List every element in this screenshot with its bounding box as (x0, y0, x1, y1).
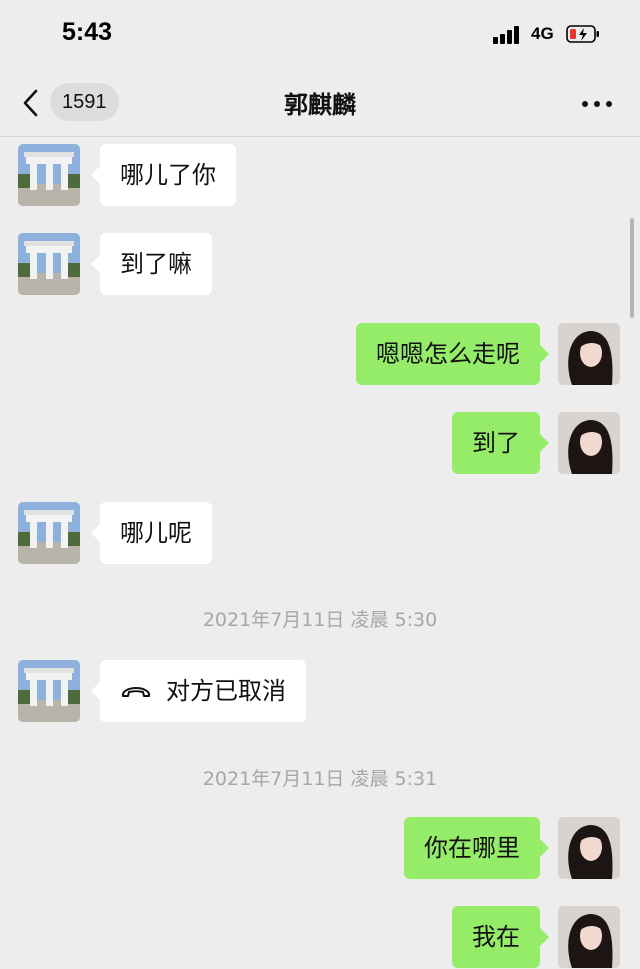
message-timestamp: 2021年7月11日 凌晨 5:31 (202, 768, 438, 790)
message-text: 嗯嗯怎么走呢 (376, 340, 520, 368)
call-record-bubble[interactable]: 对方已取消 (91, 660, 306, 722)
message-bubble-incoming[interactable]: 哪儿呢 (91, 502, 212, 564)
message-bubble-incoming[interactable]: 到了嘛 (91, 233, 212, 295)
message-text: 你在哪里 (424, 834, 520, 862)
message-text: 我在 (472, 923, 520, 951)
message-bubble-outgoing[interactable]: 嗯嗯怎么走呢 (356, 323, 549, 385)
chat-title: 郭麒麟 (284, 91, 356, 119)
my-avatar[interactable] (558, 412, 620, 474)
message-text: 哪儿呢 (120, 519, 192, 547)
message-text: 到了嘛 (120, 250, 192, 278)
status-time: 5:43 (62, 18, 113, 46)
contact-avatar[interactable] (18, 660, 80, 722)
chat-header: 1591 郭麒麟 (0, 70, 640, 137)
message-bubble-outgoing[interactable]: 我在 (452, 906, 549, 968)
message-bubble-outgoing[interactable]: 到了 (452, 412, 549, 474)
message-bubble-incoming[interactable]: 哪儿了你 (91, 144, 236, 206)
my-avatar[interactable] (558, 817, 620, 879)
more-options-button[interactable] (580, 98, 614, 110)
network-type: 4G (531, 24, 554, 43)
message-bubble-outgoing[interactable]: 你在哪里 (404, 817, 549, 879)
message-text: 到了 (472, 429, 520, 457)
scrollbar[interactable] (630, 218, 634, 318)
contact-avatar[interactable] (18, 144, 80, 206)
battery-charging-icon (566, 25, 599, 43)
phone-hangup-icon (121, 687, 151, 697)
status-bar: 5:43 4G (0, 0, 640, 70)
contact-avatar[interactable] (18, 502, 80, 564)
message-text: 哪儿了你 (120, 161, 216, 189)
contact-avatar[interactable] (18, 233, 80, 295)
my-avatar[interactable] (558, 906, 620, 968)
my-avatar[interactable] (558, 323, 620, 385)
message-timestamp: 2021年7月11日 凌晨 5:30 (202, 609, 438, 631)
signal-strength-icon (493, 26, 523, 44)
call-status-text: 对方已取消 (166, 677, 286, 705)
